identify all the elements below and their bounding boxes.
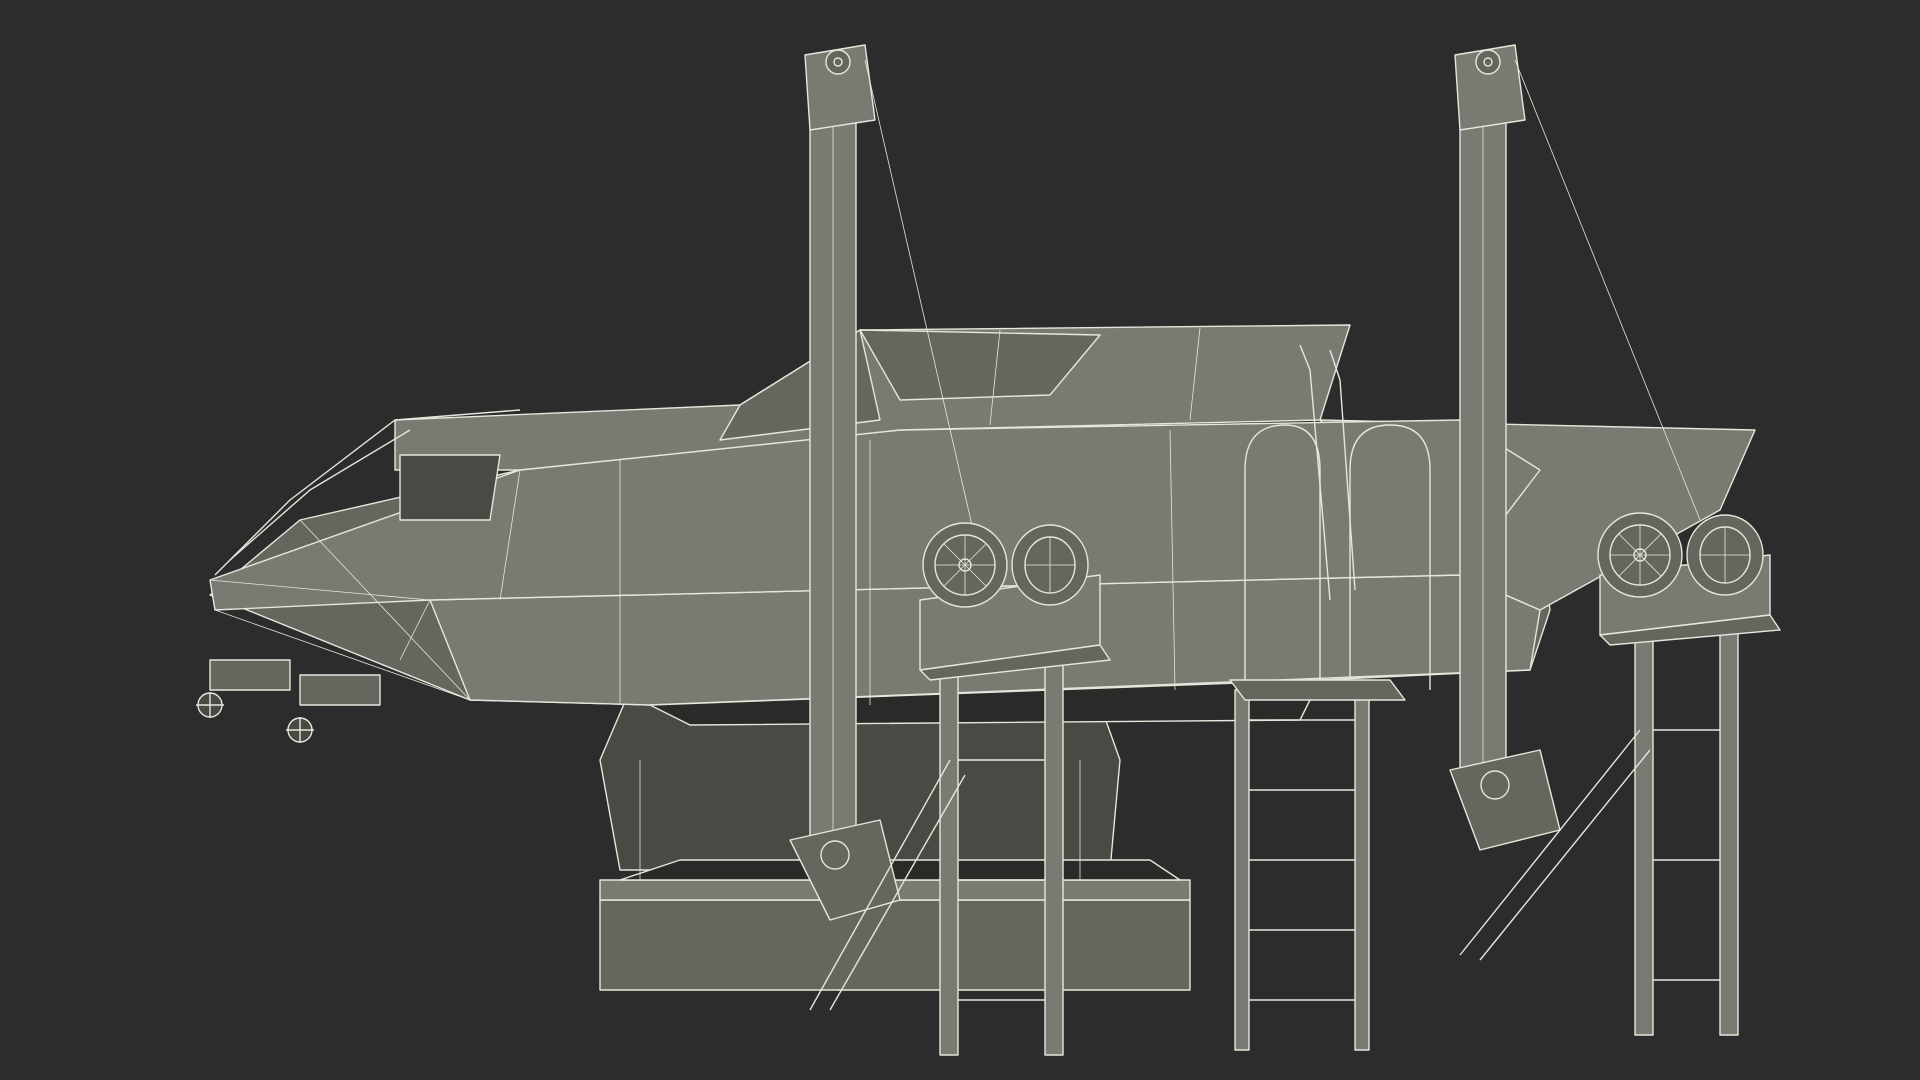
stern-drives <box>196 659 381 743</box>
propeller-icon <box>196 692 224 718</box>
propeller-icon <box>286 717 314 743</box>
boat-lift-model: .w { stroke: #e6e6dc; stroke-width: 1.4;… <box>196 44 1781 1056</box>
crank-wheel-icon <box>1597 512 1683 598</box>
boarding-ladder <box>1229 679 1406 1051</box>
crank-wheel-icon <box>922 522 1008 608</box>
pulley-icon <box>825 49 851 75</box>
lift-base-platform <box>599 689 1191 991</box>
winch-reel-icon <box>1011 524 1089 606</box>
render-viewport: .w { stroke: #e6e6dc; stroke-width: 1.4;… <box>0 0 1920 1080</box>
winch-reel-icon <box>1686 514 1764 596</box>
pulley-icon <box>1475 49 1501 75</box>
